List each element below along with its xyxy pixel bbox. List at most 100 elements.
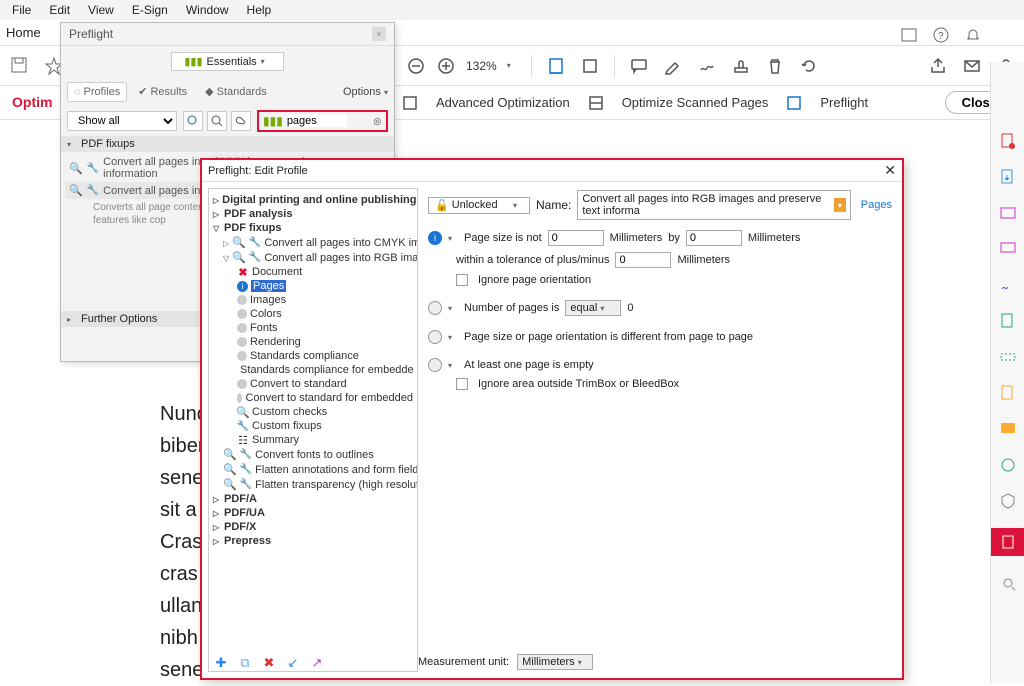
window-icon[interactable] [900, 26, 918, 44]
export-icon[interactable]: ↗ [308, 654, 326, 672]
tree-pages[interactable]: iPages [211, 279, 415, 293]
tree-conve[interactable]: Convert to standard for embedded [211, 391, 415, 405]
tree-pdf-fixups[interactable]: PDF fixups [211, 221, 415, 235]
tree-f1[interactable]: 🔍🔧Convert fonts to outlines [211, 447, 415, 462]
tree-pdfua[interactable]: PDF/UA [211, 506, 415, 520]
info-icon[interactable]: i [428, 231, 442, 245]
import-icon[interactable]: ↙ [284, 654, 302, 672]
tree-f2[interactable]: 🔍🔧Flatten annotations and form fields [211, 462, 415, 477]
rail-create-icon[interactable] [999, 132, 1017, 150]
sign-icon[interactable] [697, 56, 717, 76]
delete-icon[interactable]: ✖ [260, 654, 278, 672]
tree-pdfx[interactable]: PDF/X [211, 520, 415, 534]
essentials-dropdown[interactable]: ▮▮▮ Essentials▾ [171, 52, 283, 71]
close-icon[interactable]: ✕ [884, 162, 896, 179]
filter-profiles-icon[interactable] [183, 111, 203, 131]
tree-fonts[interactable]: Fonts [211, 321, 415, 335]
tree-rgb[interactable]: 🔍🔧Convert all pages into RGB images a [211, 250, 415, 265]
preflight-button[interactable]: Preflight [820, 95, 868, 110]
numpages-radio[interactable] [428, 301, 442, 315]
rail-export-icon[interactable] [999, 168, 1017, 186]
options-dropdown[interactable]: Options ▾ [343, 86, 388, 98]
duplicate-icon[interactable]: ⧉ [236, 654, 254, 672]
tab-profiles[interactable]: ◌ Profiles [67, 82, 127, 102]
tree-pdf-analysis[interactable]: PDF analysis [211, 207, 415, 221]
rail-organize-icon[interactable] [999, 312, 1017, 330]
zoom-in-icon[interactable] [436, 56, 456, 76]
pages-tab-link[interactable]: Pages [861, 199, 892, 211]
zoom-out-icon[interactable] [406, 56, 426, 76]
section-pdf-fixups[interactable]: ▾PDF fixups [61, 136, 394, 152]
rail-protect-icon[interactable] [999, 456, 1017, 474]
zoom-value[interactable]: 132% [466, 59, 497, 73]
tree-rendering[interactable]: Rendering [211, 335, 415, 349]
tree-digital[interactable]: Digital printing and online publishing [211, 193, 415, 207]
rail-more-icon[interactable] [999, 574, 1017, 592]
optimize-scanned-button[interactable]: Optimize Scanned Pages [622, 95, 769, 110]
height-input[interactable] [686, 230, 742, 246]
menu-edit[interactable]: Edit [41, 1, 78, 19]
trash-icon[interactable] [765, 56, 785, 76]
bell-icon[interactable] [964, 26, 982, 44]
rail-redact-icon[interactable] [999, 348, 1017, 366]
lock-dropdown[interactable]: 🔓Unlocked▾ [428, 197, 530, 214]
optimize-side-tab[interactable]: Optim [12, 94, 52, 110]
menu-file[interactable]: File [4, 1, 39, 19]
stamp-icon[interactable] [731, 56, 751, 76]
tree-cf[interactable]: 🔧Custom fixups [211, 419, 415, 433]
share-icon[interactable] [928, 56, 948, 76]
menu-help[interactable]: Help [239, 1, 280, 19]
tree-images[interactable]: Images [211, 293, 415, 307]
measurement-unit-select[interactable]: Millimeters ▾ [517, 654, 593, 670]
rail-convert-icon[interactable] [999, 384, 1017, 402]
filter-checks-icon[interactable] [207, 111, 227, 131]
comment-icon[interactable] [629, 56, 649, 76]
preflight-search-input[interactable] [287, 115, 347, 127]
help-icon[interactable]: ? [932, 26, 950, 44]
severity-dd[interactable]: ▾ [448, 234, 458, 243]
tree-prepress[interactable]: Prepress [211, 534, 415, 548]
menu-view[interactable]: View [80, 1, 122, 19]
home-tab[interactable]: Home [6, 25, 41, 40]
rail-optimize-icon[interactable] [991, 528, 1024, 556]
zoom-dd-icon[interactable]: ▾ [507, 61, 517, 70]
tree-cc[interactable]: 🔍Custom checks [211, 405, 415, 419]
highlight-icon[interactable] [663, 56, 683, 76]
tree-stde[interactable]: Standards compliance for embedde [211, 363, 415, 377]
tree-document[interactable]: ✖Document [211, 265, 415, 279]
rail-note-icon[interactable] [999, 420, 1017, 438]
width-input[interactable] [548, 230, 604, 246]
name-dd-icon[interactable]: ▾ [834, 198, 846, 212]
preflight-search-field[interactable]: ▮▮▮ ⊗ [257, 110, 388, 132]
save-icon[interactable] [10, 56, 30, 76]
name-field[interactable]: Convert all pages into RGB images and pr… [577, 190, 850, 220]
severity-dd[interactable]: ▾ [448, 304, 458, 313]
sizediff-radio[interactable] [428, 330, 442, 344]
page-view-icon[interactable] [580, 56, 600, 76]
severity-dd[interactable]: ▾ [448, 361, 458, 370]
tab-results[interactable]: ✔ Results [131, 81, 194, 102]
filter-fixups-icon[interactable] [231, 111, 251, 131]
fit-width-icon[interactable] [546, 56, 566, 76]
menu-window[interactable]: Window [178, 1, 237, 19]
empty-radio[interactable] [428, 358, 442, 372]
rail-edit-icon[interactable] [999, 204, 1017, 222]
tolerance-input[interactable] [615, 252, 671, 268]
numpages-op-select[interactable]: equal ▾ [565, 300, 621, 316]
tree-std[interactable]: Standards compliance [211, 349, 415, 363]
rotate-icon[interactable] [799, 56, 819, 76]
advanced-optimization-button[interactable]: Advanced Optimization [436, 95, 570, 110]
menu-esign[interactable]: E-Sign [124, 1, 176, 19]
rail-comment-icon[interactable] [999, 240, 1017, 258]
tab-standards[interactable]: ◆ Standards [198, 81, 274, 102]
rail-sign-icon[interactable] [999, 276, 1017, 294]
tree-colors[interactable]: Colors [211, 307, 415, 321]
severity-dd[interactable]: ▾ [448, 333, 458, 342]
mail-icon[interactable] [962, 56, 982, 76]
add-icon[interactable]: ✚ [212, 654, 230, 672]
ignore-orientation-checkbox[interactable] [456, 274, 468, 286]
profile-tree[interactable]: Digital printing and online publishing P… [208, 188, 418, 672]
ignore-area-checkbox[interactable] [456, 378, 468, 390]
tree-f3[interactable]: 🔍🔧Flatten transparency (high resolutio [211, 477, 415, 492]
tree-conv[interactable]: Convert to standard [211, 377, 415, 391]
